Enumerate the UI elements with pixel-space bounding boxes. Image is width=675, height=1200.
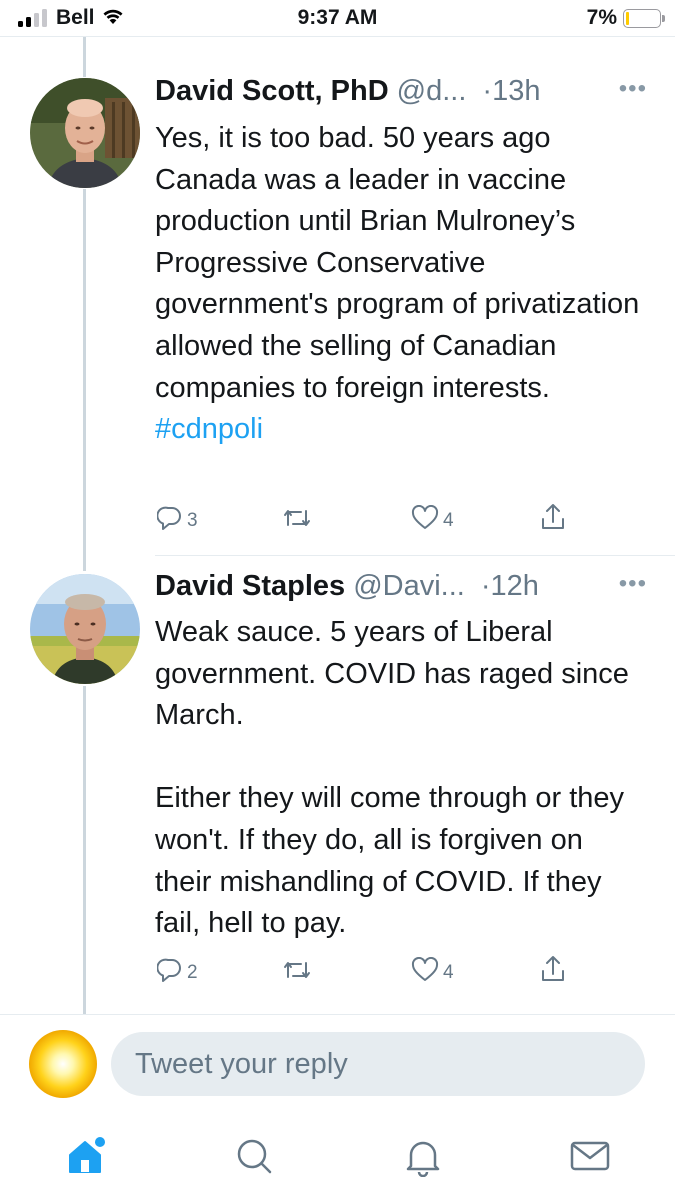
tweet-text-body: Yes, it is too bad. 50 years ago Canada … bbox=[155, 122, 648, 404]
home-icon bbox=[64, 1134, 108, 1183]
search-icon bbox=[234, 1136, 274, 1181]
tab-search[interactable] bbox=[232, 1136, 276, 1180]
reply-icon bbox=[156, 957, 183, 988]
tweet-text: Weak sauce. 5 years of Liberal governmen… bbox=[155, 616, 629, 940]
reply-count: 3 bbox=[187, 509, 198, 531]
share-icon bbox=[539, 502, 567, 537]
retweet-button[interactable] bbox=[282, 957, 312, 988]
tweet-actions: 3 4 bbox=[155, 502, 575, 537]
tab-notifications[interactable] bbox=[401, 1136, 445, 1180]
thread-line-top bbox=[83, 37, 86, 77]
reply-button[interactable]: 3 bbox=[156, 505, 198, 536]
retweet-button[interactable] bbox=[282, 505, 312, 536]
author-handle[interactable]: @d... bbox=[397, 75, 467, 108]
share-icon bbox=[539, 954, 567, 989]
reply-icon bbox=[156, 505, 183, 536]
tab-messages[interactable] bbox=[568, 1136, 612, 1180]
status-bar: Bell 9:37 AM 7% bbox=[0, 0, 675, 36]
like-count: 4 bbox=[443, 961, 454, 983]
reply-input[interactable] bbox=[111, 1032, 645, 1096]
reply-area-divider bbox=[0, 1014, 675, 1015]
more-icon[interactable]: ••• bbox=[619, 75, 647, 103]
thread-line-middle bbox=[83, 189, 86, 571]
author-name[interactable]: David Scott, PhD bbox=[155, 75, 389, 108]
like-button[interactable]: 4 bbox=[411, 956, 454, 988]
battery-percent: 7% bbox=[586, 6, 617, 29]
reply-bar bbox=[0, 1030, 675, 1098]
tab-home[interactable] bbox=[64, 1136, 108, 1180]
retweet-icon bbox=[282, 505, 312, 536]
status-right: 7% bbox=[586, 6, 665, 30]
heart-icon bbox=[411, 956, 439, 988]
thread-line-bottom bbox=[83, 686, 86, 1014]
tweet-time: ·12h bbox=[480, 570, 539, 602]
author-handle[interactable]: @Davi... bbox=[353, 570, 465, 603]
tweet-divider bbox=[155, 555, 675, 556]
mail-icon bbox=[569, 1138, 611, 1179]
clock: 9:37 AM bbox=[297, 6, 378, 29]
tweet-actions: 2 4 bbox=[155, 954, 575, 989]
tweet-header: David Staples @Davi... ·12h bbox=[155, 570, 647, 606]
tweet-header: David Scott, PhD @d... ·13h bbox=[155, 75, 647, 111]
tab-bar bbox=[0, 1120, 675, 1200]
share-button[interactable] bbox=[539, 954, 567, 989]
my-avatar[interactable] bbox=[29, 1030, 97, 1098]
tweet-body: David Scott, PhD @d... ·13h ••• Yes, it … bbox=[155, 75, 647, 451]
tweet-time: ·13h bbox=[482, 75, 541, 107]
avatar[interactable] bbox=[30, 78, 140, 188]
tweet-text: Yes, it is too bad. 50 years ago Canada … bbox=[155, 118, 647, 451]
like-button[interactable]: 4 bbox=[411, 504, 454, 536]
status-divider bbox=[0, 36, 675, 37]
more-icon[interactable]: ••• bbox=[619, 570, 647, 598]
tweet-body: David Staples @Davi... ·12h ••• Weak sau… bbox=[155, 570, 647, 945]
retweet-icon bbox=[282, 957, 312, 988]
share-button[interactable] bbox=[539, 502, 567, 537]
author-name[interactable]: David Staples bbox=[155, 570, 345, 603]
reply-button[interactable]: 2 bbox=[156, 957, 198, 988]
battery-icon bbox=[623, 8, 665, 28]
like-count: 4 bbox=[443, 509, 454, 531]
bell-icon bbox=[403, 1135, 443, 1182]
heart-icon bbox=[411, 504, 439, 536]
reply-count: 2 bbox=[187, 961, 198, 983]
hashtag-link[interactable]: #cdnpoli bbox=[155, 413, 263, 445]
avatar[interactable] bbox=[30, 574, 140, 684]
